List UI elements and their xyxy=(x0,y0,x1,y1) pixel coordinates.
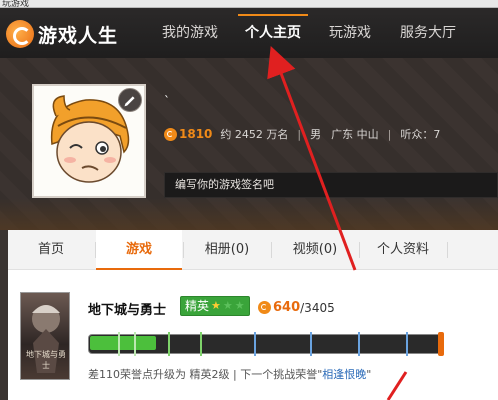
rank-text: 约 2452 万名 xyxy=(220,128,289,141)
honor-current: 640 xyxy=(273,300,301,315)
progress-tick xyxy=(200,332,202,356)
nav-my-games[interactable]: 我的游戏 xyxy=(152,8,228,58)
tab-games[interactable]: 游戏 xyxy=(96,230,182,270)
tab-divider xyxy=(447,242,448,258)
profile-tabs: 首页 游戏 相册(0) 视频(0) 个人资料 xyxy=(8,230,498,270)
signature-input[interactable]: 编写你的游戏签名吧 xyxy=(164,172,498,198)
honor-coin-icon xyxy=(258,301,271,314)
tab-personal-info[interactable]: 个人资料 xyxy=(360,230,446,270)
progress-tick xyxy=(358,332,360,356)
browser-tab-fragment: 玩游戏 xyxy=(2,0,30,8)
top-nav: 游戏人生 我的游戏 个人主页 玩游戏 服务大厅 xyxy=(0,8,498,58)
divider: | xyxy=(297,127,302,141)
star-icon: ★ xyxy=(211,299,221,312)
star-icon: ★ xyxy=(234,299,245,312)
browser-tab-strip: 玩游戏 xyxy=(0,0,498,8)
tab-videos[interactable]: 视频(0) xyxy=(272,230,358,270)
honor-total: /3405 xyxy=(300,300,335,315)
progress-tick xyxy=(406,332,408,356)
nickname: ` xyxy=(164,94,170,108)
progress-tick xyxy=(168,332,170,356)
game-name[interactable]: 地下城与勇士 xyxy=(88,299,166,318)
honor-score: 1810 xyxy=(179,127,213,141)
progress-fill xyxy=(90,336,156,350)
next-challenge-link[interactable]: 相逢恨晚 xyxy=(322,368,366,381)
followers-label: 听众： xyxy=(400,128,434,141)
honor-coin-icon xyxy=(164,127,177,141)
profile-stats: 1810 约 2452 万名 | 男 广东 中山 | 听众： 7 xyxy=(164,126,440,142)
progress-tick xyxy=(134,332,136,356)
tab-home[interactable]: 首页 xyxy=(8,230,94,270)
nav-play-games[interactable]: 玩游戏 xyxy=(320,8,380,58)
rank-badge: 精英 ★ ★ ★ xyxy=(180,296,250,316)
progress-tick xyxy=(118,332,120,356)
tab-albums[interactable]: 相册(0) xyxy=(184,230,270,270)
logo-icon xyxy=(6,20,34,48)
rank-badge-label: 精英 xyxy=(185,299,210,313)
honor-progress-bar xyxy=(88,332,444,356)
upgrade-hint-suffix: " xyxy=(366,368,372,381)
site-logo[interactable]: 游戏人生 xyxy=(6,18,118,50)
followers-count[interactable]: 7 xyxy=(433,128,440,141)
game-card: 地下城与勇士 地下城与勇士 精英 ★ ★ ★ 640 /3405 差110荣誉点… xyxy=(20,292,498,392)
progress-tick xyxy=(254,332,256,356)
location: 广东 中山 xyxy=(331,128,379,141)
progress-tick xyxy=(310,332,312,356)
divider: | xyxy=(387,127,392,141)
upgrade-hint-text: 差110荣誉点升级为 精英2级 | 下一个挑战荣誉" xyxy=(88,368,323,381)
profile-banner: ` 1810 约 2452 万名 | 男 广东 中山 | 听众： 7 编写你的游… xyxy=(0,58,498,230)
main-content: 首页 游戏 相册(0) 视频(0) 个人资料 地下城与勇士 地下城与勇士 精英 … xyxy=(8,230,498,400)
gender: 男 xyxy=(310,128,322,141)
nav-service-hall[interactable]: 服务大厅 xyxy=(390,8,466,58)
banner-fade xyxy=(0,198,498,230)
logo-text: 游戏人生 xyxy=(38,24,119,47)
upgrade-hint: 差110荣誉点升级为 精英2级 | 下一个挑战荣誉"相逢恨晚" xyxy=(88,366,371,382)
progress-end-cap xyxy=(438,332,444,356)
pencil-icon xyxy=(124,96,135,107)
edit-avatar-button[interactable] xyxy=(118,88,142,112)
game-cover[interactable]: 地下城与勇士 xyxy=(20,292,70,380)
nav-profile[interactable]: 个人主页 xyxy=(238,8,308,58)
honor-points: 640 /3405 xyxy=(258,300,335,315)
game-cover-title: 地下城与勇士 xyxy=(26,350,66,370)
star-icon: ★ xyxy=(222,299,233,312)
